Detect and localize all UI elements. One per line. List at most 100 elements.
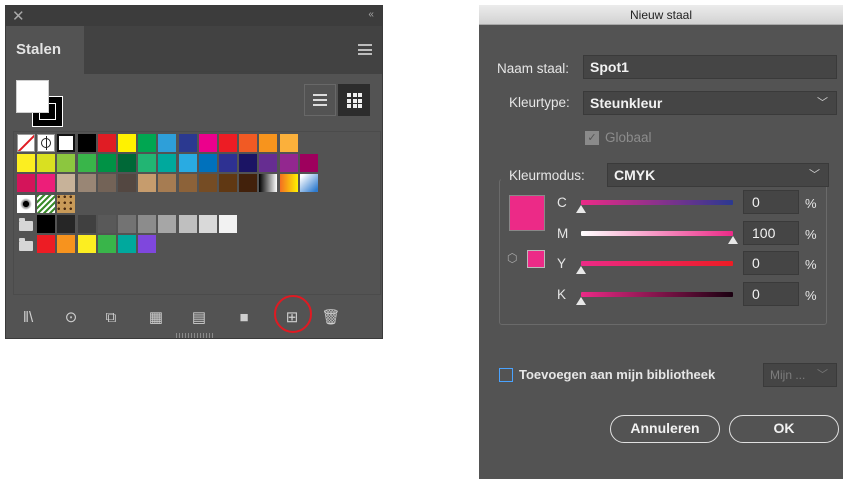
color-swatch[interactable] [198, 174, 217, 193]
color-swatch[interactable] [219, 214, 237, 233]
color-swatch[interactable] [138, 235, 157, 253]
color-swatch[interactable] [97, 235, 116, 253]
pat-leaf-swatch[interactable] [37, 194, 56, 213]
slider-thumb-m[interactable] [728, 236, 738, 244]
out-of-gamut-cube-icon[interactable]: ⬡ [507, 251, 521, 265]
color-swatch[interactable] [239, 134, 258, 152]
color-swatch[interactable] [118, 174, 136, 193]
channel-input-k[interactable]: 0 [743, 282, 799, 306]
thumbnail-view-button[interactable] [338, 84, 370, 116]
list-view-button[interactable] [304, 84, 336, 116]
color-swatch[interactable] [57, 174, 76, 193]
color-swatch[interactable] [219, 134, 237, 152]
slider-track-c[interactable] [581, 200, 733, 205]
color-swatch[interactable] [37, 174, 56, 193]
color-swatch[interactable] [17, 154, 35, 173]
color-swatch[interactable] [138, 214, 157, 233]
color-group-folder-icon[interactable] [19, 238, 33, 251]
pat-dots-swatch[interactable] [17, 194, 35, 213]
grad-yo-swatch[interactable] [279, 174, 298, 193]
color-swatch[interactable] [198, 134, 217, 152]
color-swatch[interactable] [239, 174, 258, 193]
color-swatch[interactable] [97, 214, 116, 233]
color-type-select[interactable]: Steunkleur ﹀ [583, 91, 837, 115]
color-swatch[interactable] [198, 214, 217, 233]
close-icon[interactable]: ✕ [12, 7, 25, 25]
color-swatch[interactable] [57, 154, 76, 173]
color-swatch[interactable] [138, 174, 157, 193]
slider-track-y[interactable] [581, 261, 733, 266]
edit-color-group-icon[interactable]: ▤ [189, 308, 209, 328]
color-swatch[interactable] [219, 174, 237, 193]
color-swatch[interactable] [37, 235, 56, 253]
delete-swatch-icon[interactable]: 🗑 [321, 308, 341, 328]
color-swatch[interactable] [57, 214, 76, 233]
color-swatch[interactable] [118, 154, 136, 173]
color-swatch[interactable] [178, 154, 197, 173]
color-swatch[interactable] [158, 174, 177, 193]
show-swatch-kinds-icon[interactable]: ⊙ [61, 308, 81, 328]
color-swatch[interactable] [138, 154, 157, 173]
color-swatch[interactable] [259, 134, 278, 152]
grad-blue-swatch[interactable] [299, 174, 318, 193]
swatch-libraries-icon[interactable]: ǁ\ [18, 308, 38, 328]
resize-grip[interactable] [176, 333, 214, 338]
color-swatch[interactable] [158, 134, 177, 152]
white-swatch[interactable] [57, 134, 76, 152]
swatch-name-input[interactable]: Spot1 [583, 55, 837, 79]
slider-thumb-k[interactable] [576, 297, 586, 305]
color-swatch[interactable] [118, 235, 136, 253]
color-swatch[interactable] [239, 154, 258, 173]
ok-button[interactable]: OK [729, 415, 839, 443]
new-color-group-folder-icon[interactable]: ■ [234, 308, 254, 328]
color-swatch[interactable] [178, 214, 197, 233]
fill-swatch[interactable] [16, 80, 49, 113]
color-swatch[interactable] [178, 134, 197, 152]
color-swatch[interactable] [158, 214, 177, 233]
channel-input-y[interactable]: 0 [743, 251, 799, 275]
color-swatch[interactable] [57, 235, 76, 253]
color-mode-select[interactable]: CMYK ﹀ [607, 163, 829, 187]
cancel-button[interactable]: Annuleren [610, 415, 720, 443]
library-select[interactable]: Mijn ... ﹀ [763, 363, 837, 387]
color-swatch[interactable] [77, 154, 96, 173]
color-swatch[interactable] [279, 134, 298, 152]
color-swatch[interactable] [259, 154, 278, 173]
slider-thumb-y[interactable] [576, 266, 586, 274]
color-swatch[interactable] [219, 154, 237, 173]
tab-swatches[interactable]: Stalen [6, 26, 84, 74]
collapse-panel-icon[interactable]: ‹‹ [368, 9, 374, 20]
none-swatch[interactable] [17, 134, 35, 152]
color-swatch[interactable] [77, 134, 96, 152]
grad-bw-swatch[interactable] [259, 174, 278, 193]
color-swatch[interactable] [178, 174, 197, 193]
registration-swatch[interactable] [37, 134, 56, 152]
color-group-icon[interactable]: ▦ [146, 308, 166, 328]
channel-input-c[interactable]: 0 [743, 190, 799, 214]
color-swatch[interactable] [299, 154, 318, 173]
color-swatch[interactable] [37, 214, 56, 233]
slider-track-m[interactable] [581, 231, 733, 236]
web-safe-swatch[interactable] [527, 250, 545, 268]
color-swatch[interactable] [77, 214, 96, 233]
color-swatch[interactable] [37, 154, 56, 173]
color-swatch[interactable] [97, 154, 116, 173]
color-swatch[interactable] [279, 154, 298, 173]
pat-leo-swatch[interactable] [57, 194, 76, 213]
color-swatch[interactable] [77, 174, 96, 193]
color-swatch[interactable] [77, 235, 96, 253]
slider-thumb-c[interactable] [576, 205, 586, 213]
add-to-library-checkbox[interactable] [499, 368, 513, 382]
color-swatch[interactable] [17, 174, 35, 193]
swatch-options-icon[interactable]: ⧉ [101, 308, 121, 328]
global-checkbox[interactable]: ✓ [585, 131, 599, 145]
panel-menu-icon[interactable] [358, 44, 372, 55]
color-swatch[interactable] [97, 134, 116, 152]
color-swatch[interactable] [97, 174, 116, 193]
color-swatch[interactable] [198, 154, 217, 173]
color-swatch[interactable] [118, 214, 136, 233]
color-group-folder-icon[interactable] [19, 217, 33, 231]
color-swatch[interactable] [138, 134, 157, 152]
slider-track-k[interactable] [581, 292, 733, 297]
color-swatch[interactable] [118, 134, 136, 152]
